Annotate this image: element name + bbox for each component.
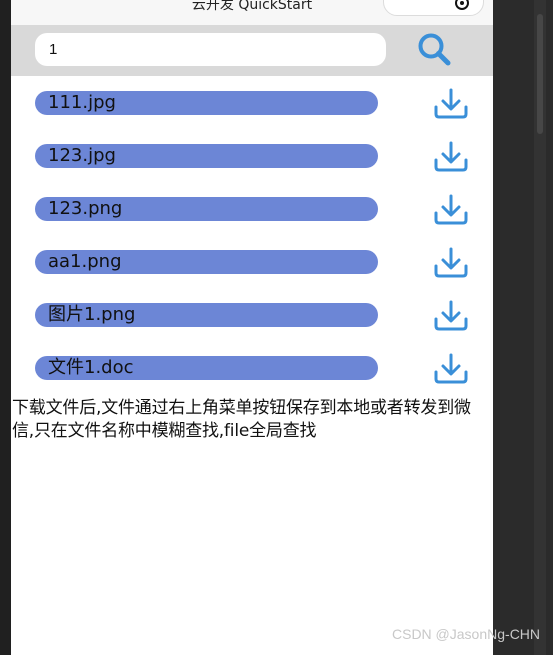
file-row: 文件1.doc: [11, 341, 493, 394]
file-name-pill[interactable]: 文件1.doc: [35, 356, 378, 380]
download-icon[interactable]: [433, 194, 469, 226]
search-bar: [11, 25, 493, 76]
download-icon[interactable]: [433, 141, 469, 173]
file-list: 111.jpg 123.jpg 123.png aa1.png 图片1.png 文件1.d…: [11, 76, 493, 394]
help-note: 下载文件后,文件通过右上角菜单按钮保存到本地或者转发到微信,只在文件名称中模糊查…: [12, 398, 471, 441]
download-button[interactable]: [433, 141, 469, 173]
file-name-pill[interactable]: 123.png: [35, 197, 378, 221]
file-name-pill[interactable]: aa1.png: [35, 250, 378, 274]
download-icon[interactable]: [433, 353, 469, 385]
file-name-pill[interactable]: 111.jpg: [35, 91, 378, 115]
nav-bar: 云开发 QuickStart: [11, 0, 493, 25]
download-icon[interactable]: [433, 247, 469, 279]
scrollbar-thumb[interactable]: [537, 14, 543, 134]
file-row: aa1.png: [11, 235, 493, 288]
file-row: 123.jpg: [11, 129, 493, 182]
download-button[interactable]: [433, 88, 469, 120]
phone-screen: 云开发 QuickStart 111.jpg 123.jpg 123.png aa1.…: [11, 0, 493, 655]
right-panel: [493, 0, 553, 655]
download-button[interactable]: [433, 353, 469, 385]
file-row: 123.png: [11, 182, 493, 235]
download-icon[interactable]: [433, 300, 469, 332]
watermark-text: CSDN @JasonNg-CHN: [392, 626, 541, 642]
menu-capsule-button[interactable]: [383, 0, 484, 16]
record-icon[interactable]: [455, 0, 469, 10]
search-icon[interactable]: [415, 30, 455, 70]
download-icon[interactable]: [433, 88, 469, 120]
file-row: 图片1.png: [11, 288, 493, 341]
download-button[interactable]: [433, 300, 469, 332]
left-window-edge: [0, 0, 11, 655]
download-button[interactable]: [433, 247, 469, 279]
file-row: 111.jpg: [11, 76, 493, 129]
file-name-pill[interactable]: 123.jpg: [35, 144, 378, 168]
file-name-pill[interactable]: 图片1.png: [35, 303, 378, 327]
search-button[interactable]: [415, 30, 455, 70]
download-button[interactable]: [433, 194, 469, 226]
search-input[interactable]: [35, 33, 386, 66]
